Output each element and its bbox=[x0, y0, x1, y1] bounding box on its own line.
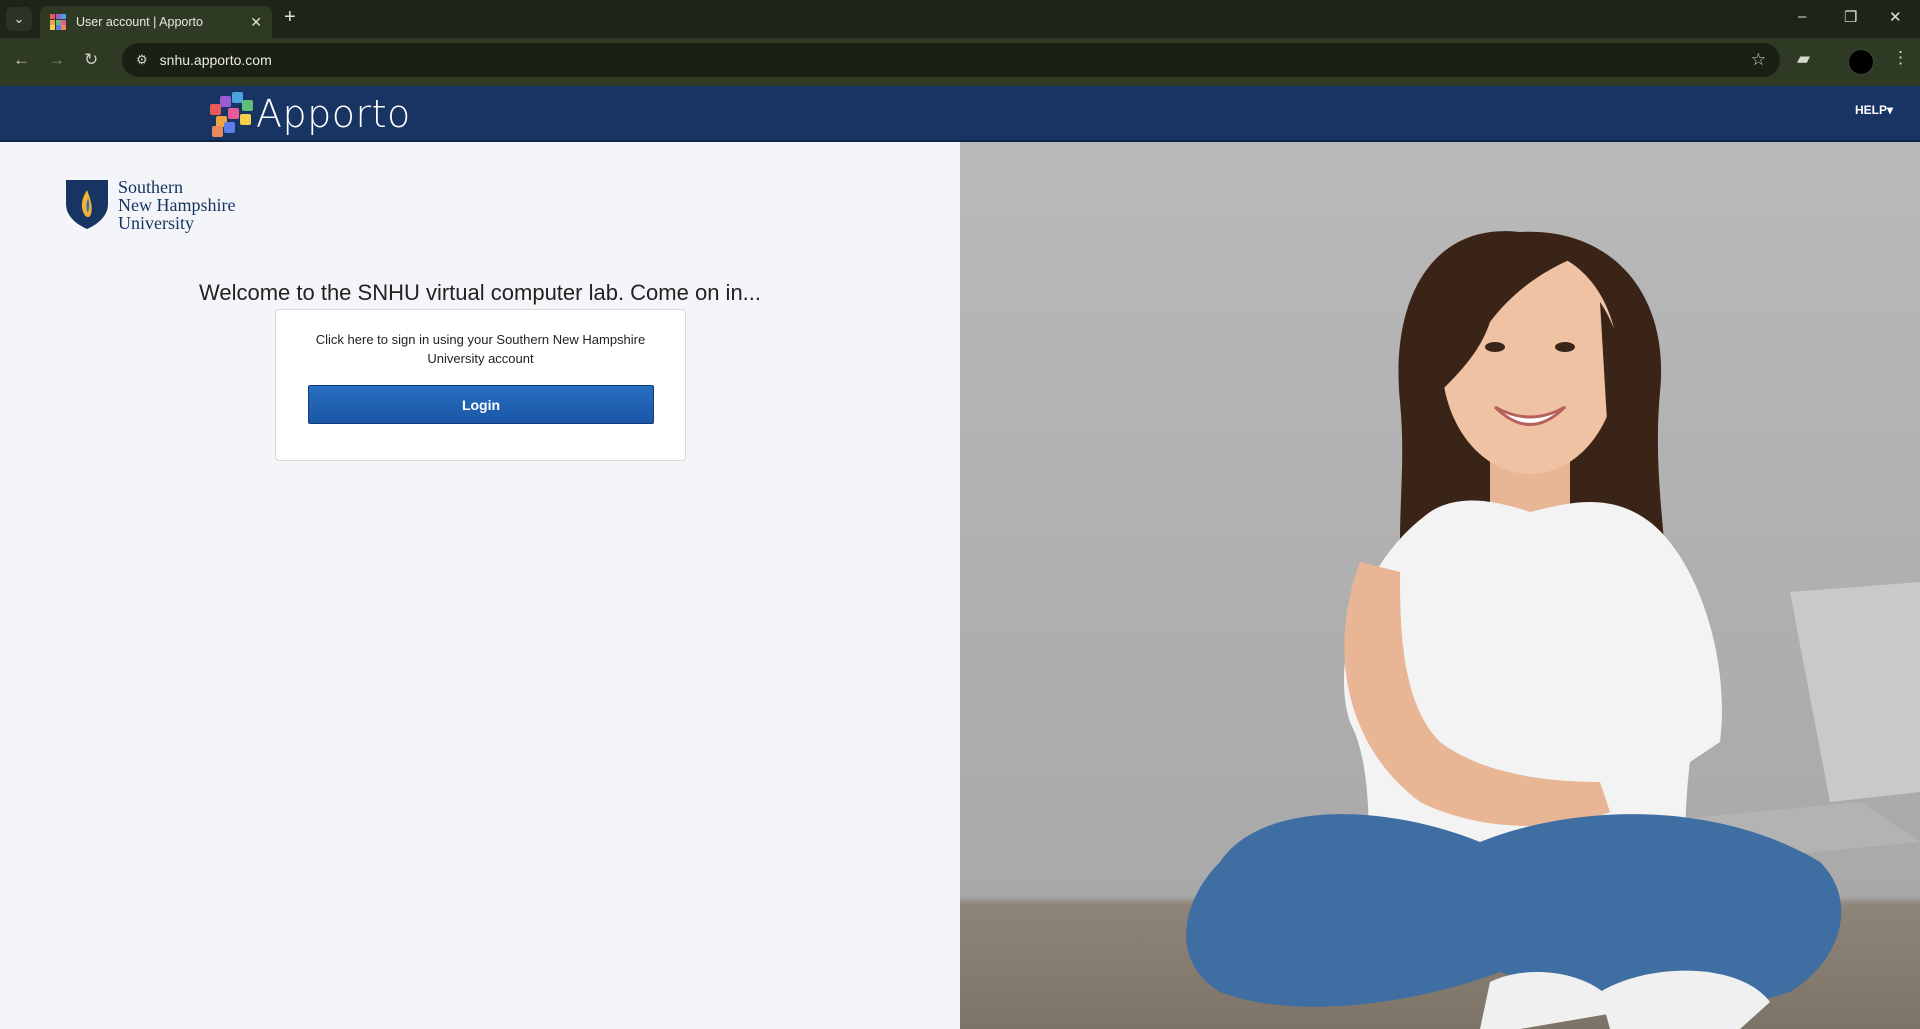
minimize-icon[interactable]: – bbox=[1798, 8, 1806, 25]
reload-icon[interactable]: ↻ bbox=[84, 50, 98, 70]
window-close-icon[interactable]: ✕ bbox=[1889, 8, 1902, 26]
restore-icon[interactable]: ❐ bbox=[1844, 8, 1857, 26]
close-icon[interactable]: ✕ bbox=[250, 14, 262, 31]
back-arrow-icon[interactable]: ← bbox=[13, 50, 30, 70]
help-label: HELP bbox=[1854, 103, 1887, 117]
shield-icon bbox=[66, 180, 108, 229]
apporto-logo-icon bbox=[210, 92, 254, 137]
brand-name: Apporto bbox=[256, 92, 411, 136]
kebab-menu-icon[interactable]: ⋮ bbox=[1892, 48, 1909, 68]
url-text[interactable]: snhu.apporto.com bbox=[160, 52, 272, 68]
student-with-laptop-illustration bbox=[1186, 231, 1920, 1029]
login-pane: Southern New Hampshire University Welcom… bbox=[0, 142, 960, 1029]
forward-arrow-icon[interactable]: → bbox=[48, 50, 65, 70]
apporto-favicon-icon bbox=[50, 14, 66, 30]
tab-title: User account | Apporto bbox=[76, 15, 203, 29]
login-button[interactable]: Login bbox=[308, 385, 654, 424]
university-name-line1: Southern bbox=[118, 177, 183, 197]
browser-tab-strip: ⌄ User account | Apporto ✕ + – ❐ ✕ bbox=[0, 0, 1920, 38]
site-header: Apporto HELP▾ bbox=[0, 86, 1920, 142]
plus-icon[interactable]: + bbox=[284, 6, 296, 29]
chevron-down-icon: ⌄ bbox=[13, 11, 25, 26]
login-instructions: Click here to sign in using your Souther… bbox=[315, 332, 646, 366]
login-card: Click here to sign in using your Souther… bbox=[275, 309, 686, 461]
tune-icon[interactable]: ⚙ bbox=[136, 52, 148, 68]
tab-list-button[interactable]: ⌄ bbox=[6, 7, 32, 31]
caret-down-icon: ▾ bbox=[1886, 103, 1893, 117]
university-name-line2: New Hampshire bbox=[118, 195, 236, 215]
browser-toolbar: ← → ↻ ⚙ snhu.apporto.com ☆ ▰ ⋮ bbox=[0, 38, 1920, 86]
avatar[interactable] bbox=[1848, 49, 1874, 75]
welcome-heading: Welcome to the SNHU virtual computer lab… bbox=[198, 280, 762, 305]
address-bar[interactable]: ⚙ snhu.apporto.com ☆ bbox=[122, 43, 1780, 77]
star-icon[interactable]: ☆ bbox=[1751, 50, 1766, 70]
apporto-logo[interactable]: Apporto bbox=[210, 92, 411, 137]
university-logo: Southern New Hampshire University bbox=[64, 178, 235, 232]
university-name-line3: University bbox=[118, 213, 194, 233]
hero-image bbox=[960, 142, 1920, 1029]
help-menu[interactable]: HELP▾ bbox=[1855, 103, 1893, 117]
puzzle-icon[interactable]: ▰ bbox=[1797, 49, 1810, 69]
browser-tab[interactable]: User account | Apporto ✕ bbox=[40, 6, 272, 38]
